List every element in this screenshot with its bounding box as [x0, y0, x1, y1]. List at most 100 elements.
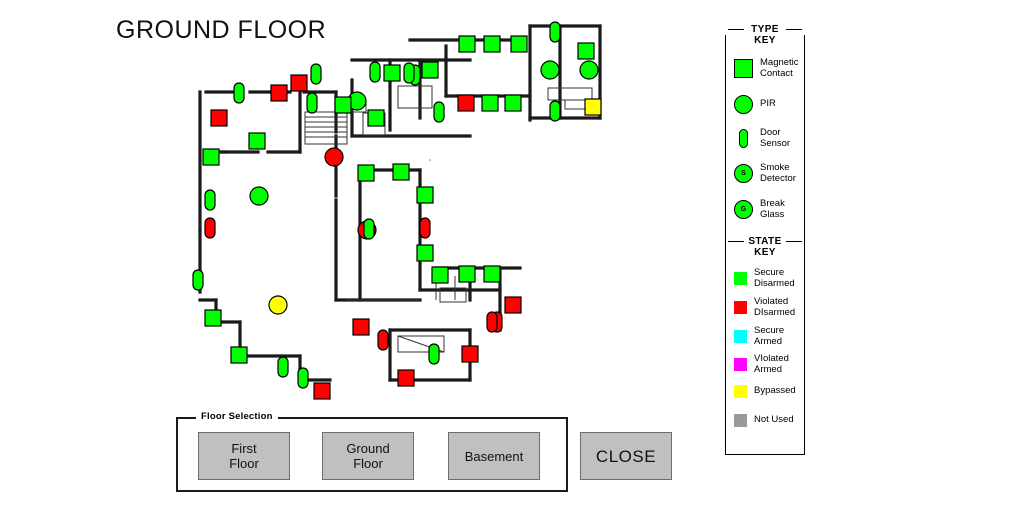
sensor-magnetic-contact[interactable]	[416, 186, 434, 204]
sensor-door-sensor[interactable]	[403, 62, 415, 84]
sensor-marker[interactable]	[306, 92, 318, 114]
sensor-marker[interactable]	[310, 63, 322, 85]
sensor-magnetic-contact[interactable]	[584, 98, 602, 116]
sensor-marker[interactable]	[416, 186, 434, 204]
sensor-door-sensor[interactable]	[277, 356, 289, 378]
sensor-marker[interactable]	[377, 329, 389, 351]
sensor-door-sensor[interactable]	[428, 343, 440, 365]
sensor-magnetic-contact[interactable]	[334, 96, 352, 114]
sensor-magnetic-contact[interactable]	[290, 74, 308, 92]
sensor-magnetic-contact[interactable]	[457, 94, 475, 112]
sensor-marker[interactable]	[504, 296, 522, 314]
sensor-marker[interactable]	[577, 42, 595, 60]
sensor-marker[interactable]	[233, 82, 245, 104]
sensor-marker[interactable]	[458, 265, 476, 283]
basement-button[interactable]: Basement	[448, 432, 540, 480]
sensor-magnetic-contact[interactable]	[458, 35, 476, 53]
sensor-door-sensor[interactable]	[363, 218, 375, 240]
sensor-marker[interactable]	[204, 217, 216, 239]
sensor-marker[interactable]	[510, 35, 528, 53]
sensor-marker[interactable]	[458, 35, 476, 53]
sensor-magnetic-contact[interactable]	[397, 369, 415, 387]
sensor-marker[interactable]	[397, 369, 415, 387]
sensor-door-sensor[interactable]	[433, 101, 445, 123]
sensor-marker[interactable]	[204, 309, 222, 327]
sensor-marker[interactable]	[357, 164, 375, 182]
sensor-marker[interactable]	[461, 345, 479, 363]
sensor-door-sensor[interactable]	[419, 217, 431, 239]
sensor-marker[interactable]	[416, 244, 434, 262]
sensor-marker[interactable]	[352, 318, 370, 336]
sensor-marker[interactable]	[431, 266, 449, 284]
sensor-marker[interactable]	[192, 269, 204, 291]
sensor-magnetic-contact[interactable]	[481, 94, 499, 112]
sensor-magnetic-contact[interactable]	[483, 265, 501, 283]
sensor-marker[interactable]	[403, 62, 415, 84]
sensor-magnetic-contact[interactable]	[461, 345, 479, 363]
sensor-marker[interactable]	[419, 217, 431, 239]
sensor-door-sensor[interactable]	[192, 269, 204, 291]
ground-floor-button[interactable]: Ground Floor	[322, 432, 414, 480]
sensor-marker[interactable]	[270, 84, 288, 102]
sensor-marker[interactable]	[204, 189, 216, 211]
sensor-marker[interactable]	[202, 148, 220, 166]
sensor-marker[interactable]	[457, 94, 475, 112]
sensor-door-sensor[interactable]	[297, 367, 309, 389]
sensor-marker[interactable]	[584, 98, 602, 116]
sensor-magnetic-contact[interactable]	[357, 164, 375, 182]
sensor-door-sensor[interactable]	[369, 61, 381, 83]
sensor-door-sensor[interactable]	[204, 189, 216, 211]
sensor-door-sensor[interactable]	[233, 82, 245, 104]
sensor-pir[interactable]	[540, 60, 560, 80]
sensor-door-sensor[interactable]	[549, 100, 561, 122]
sensor-marker[interactable]	[421, 61, 439, 79]
sensor-magnetic-contact[interactable]	[458, 265, 476, 283]
close-button[interactable]: CLOSE	[580, 432, 672, 480]
sensor-door-sensor[interactable]	[204, 217, 216, 239]
sensor-marker[interactable]	[210, 109, 228, 127]
sensor-marker[interactable]	[579, 60, 599, 80]
sensor-marker[interactable]	[428, 343, 440, 365]
sensor-magnetic-contact[interactable]	[313, 382, 331, 400]
sensor-marker[interactable]	[334, 96, 352, 114]
sensor-magnetic-contact[interactable]	[230, 346, 248, 364]
sensor-marker[interactable]	[483, 35, 501, 53]
sensor-marker[interactable]	[369, 61, 381, 83]
sensor-magnetic-contact[interactable]	[383, 64, 401, 82]
sensor-door-sensor[interactable]	[377, 329, 389, 351]
sensor-marker[interactable]	[277, 356, 289, 378]
sensor-marker[interactable]	[363, 218, 375, 240]
sensor-magnetic-contact[interactable]	[352, 318, 370, 336]
sensor-magnetic-contact[interactable]	[270, 84, 288, 102]
sensor-pir[interactable]	[324, 147, 344, 167]
sensor-door-sensor[interactable]	[549, 21, 561, 43]
sensor-marker[interactable]	[297, 367, 309, 389]
sensor-magnetic-contact[interactable]	[421, 61, 439, 79]
sensor-magnetic-contact[interactable]	[504, 94, 522, 112]
sensor-magnetic-contact[interactable]	[510, 35, 528, 53]
sensor-magnetic-contact[interactable]	[210, 109, 228, 127]
sensor-door-sensor[interactable]	[486, 311, 498, 333]
sensor-marker[interactable]	[481, 94, 499, 112]
sensor-pir[interactable]	[268, 295, 288, 315]
sensor-marker[interactable]	[290, 74, 308, 92]
first-floor-button[interactable]: First Floor	[198, 432, 290, 480]
sensor-marker[interactable]	[433, 101, 445, 123]
sensor-marker[interactable]	[392, 163, 410, 181]
sensor-door-sensor[interactable]	[306, 92, 318, 114]
sensor-marker[interactable]	[504, 94, 522, 112]
sensor-marker[interactable]	[383, 64, 401, 82]
sensor-marker[interactable]	[483, 265, 501, 283]
sensor-marker[interactable]	[540, 60, 560, 80]
sensor-pir[interactable]	[249, 186, 269, 206]
sensor-magnetic-contact[interactable]	[431, 266, 449, 284]
sensor-marker[interactable]	[268, 295, 288, 315]
sensor-magnetic-contact[interactable]	[504, 296, 522, 314]
sensor-door-sensor[interactable]	[310, 63, 322, 85]
sensor-magnetic-contact[interactable]	[248, 132, 266, 150]
sensor-marker[interactable]	[549, 100, 561, 122]
sensor-pir[interactable]	[579, 60, 599, 80]
sensor-marker[interactable]	[313, 382, 331, 400]
sensor-marker[interactable]	[367, 109, 385, 127]
sensor-magnetic-contact[interactable]	[204, 309, 222, 327]
